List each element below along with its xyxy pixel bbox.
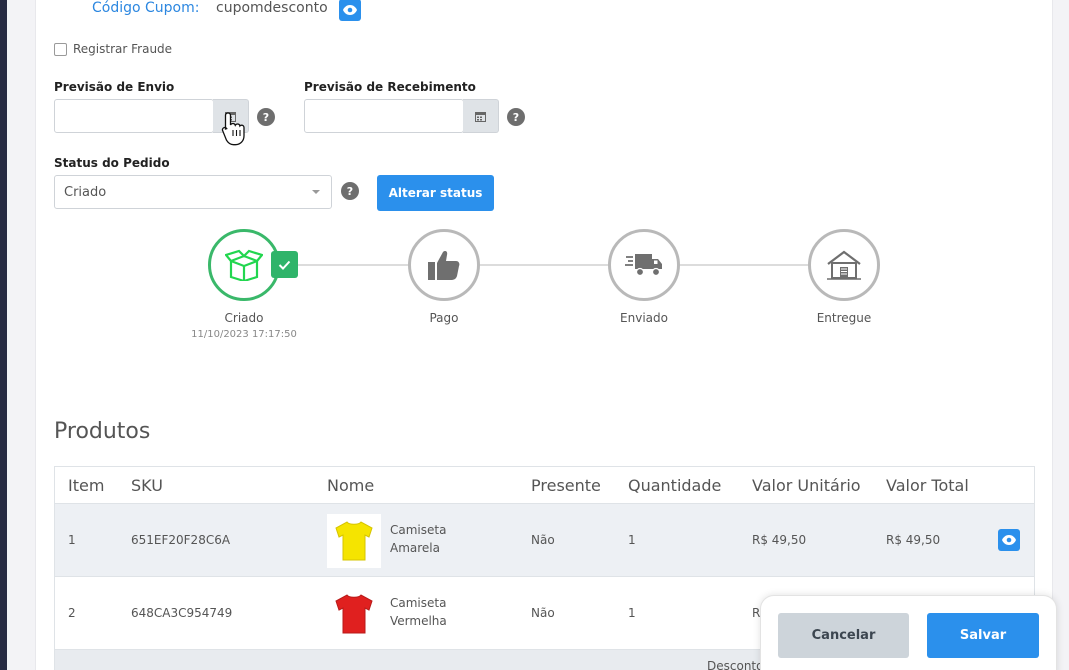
timeline-step-entregue [808, 229, 880, 301]
step-complete-badge [271, 251, 298, 278]
eye-icon [1002, 535, 1016, 545]
view-product-button[interactable] [998, 529, 1020, 551]
delivery-truck-icon [625, 254, 662, 277]
coupon-value: cupomdesconto [216, 0, 328, 16]
order-detail-card: Código Cupom: cupomdesconto Registrar Fr… [35, 0, 1053, 670]
column-header-name: Nome [327, 476, 375, 495]
timeline-label-entregue: Entregue [816, 311, 872, 325]
timeline-step-enviado [608, 229, 680, 301]
timeline-step-pago [408, 229, 480, 301]
product-thumbnail [327, 587, 381, 641]
cell-quantity: 1 [628, 606, 636, 620]
timeline-label-enviado: Enviado [620, 311, 668, 325]
action-panel: Cancelar Salvar [760, 595, 1057, 670]
save-button[interactable]: Salvar [927, 613, 1039, 658]
timeline-label-pago: Pago [429, 311, 459, 325]
order-status-select[interactable]: Criado [54, 175, 332, 209]
receive-help-icon[interactable]: ? [507, 108, 525, 126]
cell-name-line1: Camiseta [390, 596, 447, 610]
calendar-icon [475, 111, 486, 122]
receive-forecast-label: Previsão de Recebimento [304, 80, 476, 94]
send-help-icon[interactable]: ? [257, 108, 275, 126]
house-icon [827, 250, 861, 280]
cell-sku: 648CA3C954749 [131, 606, 233, 620]
cell-item: 2 [68, 606, 76, 620]
checkmark-icon [278, 260, 291, 270]
receive-forecast-input[interactable] [304, 99, 464, 133]
cell-gift: Não [531, 533, 555, 547]
cell-unit-value: R$ 49,50 [752, 533, 807, 547]
fraud-checkbox-row[interactable]: Registrar Fraude [54, 42, 172, 56]
chevron-down-icon [312, 190, 320, 194]
cell-gift: Não [531, 606, 555, 620]
fraud-label: Registrar Fraude [73, 42, 173, 56]
yellow-tshirt-icon [335, 521, 373, 561]
red-tshirt-icon [335, 594, 373, 634]
cell-name-line1: Camiseta [390, 523, 447, 537]
eye-icon [343, 5, 357, 15]
table-header: Item SKU Nome Presente Quantidade Valor … [55, 467, 1034, 504]
product-thumbnail [327, 514, 381, 568]
timeline-track [244, 264, 844, 266]
column-header-quantity: Quantidade [628, 476, 722, 495]
receive-calendar-button[interactable] [463, 99, 499, 133]
open-box-icon [225, 249, 263, 281]
column-header-item: Item [68, 476, 105, 495]
cell-item: 1 [68, 533, 76, 547]
order-status-label: Status do Pedido [54, 156, 170, 170]
order-status-value: Criado [64, 184, 107, 200]
send-forecast-input[interactable] [54, 99, 214, 133]
coupon-label: Código Cupom: [92, 0, 200, 16]
sidebar-edge [0, 0, 7, 670]
send-forecast-label: Previsão de Envio [54, 80, 175, 94]
cell-total-value: R$ 49,50 [886, 533, 941, 547]
column-header-sku: SKU [131, 476, 163, 495]
cell-quantity: 1 [628, 533, 636, 547]
view-coupon-button[interactable] [339, 0, 361, 21]
status-help-icon[interactable]: ? [341, 182, 359, 200]
table-row: 1 651EF20F28C6A Camiseta Amarela Não 1 R… [55, 504, 1034, 577]
change-status-button[interactable]: Alterar status [377, 175, 494, 211]
column-header-gift: Presente [531, 476, 601, 495]
column-header-unit-value: Valor Unitário [752, 476, 861, 495]
cancel-button[interactable]: Cancelar [778, 613, 909, 658]
column-header-total-value: Valor Total [886, 476, 969, 495]
timeline-date-criado: 11/10/2023 17:17:50 [191, 329, 297, 340]
timeline-label-criado: Criado [224, 311, 264, 325]
timeline-step-criado [208, 229, 280, 301]
cell-name-line2: Amarela [390, 541, 440, 555]
hand-cursor-icon [221, 112, 245, 146]
products-title: Produtos [54, 419, 151, 444]
thumbs-up-icon [428, 251, 460, 280]
fraud-checkbox[interactable] [54, 42, 67, 56]
cell-sku: 651EF20F28C6A [131, 533, 231, 547]
cell-name-line2: Vermelha [390, 614, 447, 628]
discount-label: Desconto [707, 659, 764, 670]
